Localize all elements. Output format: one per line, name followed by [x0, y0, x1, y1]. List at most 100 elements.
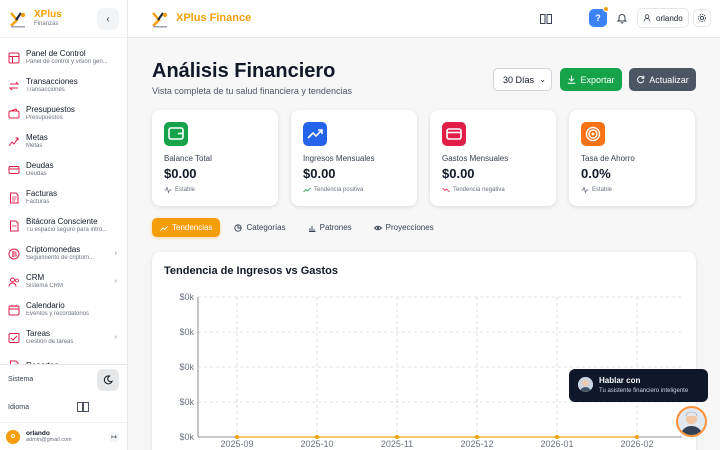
sidebar: XPlus Finanzas ‹ Panel de Control Panel d…	[0, 0, 128, 450]
stat-card-trend: Estable	[164, 186, 195, 194]
sidebar-item-facturas[interactable]: Facturas Facturas	[0, 184, 127, 212]
goals-icon	[8, 137, 19, 147]
sidebar-item-reportes[interactable]: Reportes	[0, 352, 127, 364]
data-point[interactable]	[555, 435, 559, 439]
stat-card-3: Gastos Mensuales $0.00 Tendencia negativa	[430, 110, 556, 206]
sidebar-item-bitacora-consciente[interactable]: Bitácora Consciente Tu espacio seguro par…	[0, 212, 127, 240]
x-tick-label: 2025-12	[460, 439, 493, 449]
export-button[interactable]: Exportar	[560, 68, 622, 91]
stat-card-trend-label: Estable	[175, 187, 196, 193]
sidebar-item-subtitle: Presupuestos	[26, 115, 63, 122]
sidebar-item-label: Deudas	[26, 162, 54, 171]
user-menu-button[interactable]: orlando	[637, 8, 689, 28]
sidebar-item-crm[interactable]: CRM Sistema CRM ›	[0, 268, 127, 296]
trend-chart: $0k $0k $0k $0k $0k 2025-09 2025-10 2025-11 2025…	[179, 292, 682, 449]
panel-toggle-icon[interactable]	[540, 13, 552, 25]
avatar: o	[6, 429, 20, 444]
help-button[interactable]: ?	[589, 6, 609, 27]
user-menu-label: orlando	[656, 13, 683, 23]
export-label: Exportar	[580, 74, 615, 85]
stat-card-2: Ingresos Mensuales $0.00 Tendencia positiv…	[291, 110, 417, 206]
bell-icon[interactable]	[616, 12, 628, 24]
tab-label: Categorías	[246, 223, 286, 232]
language-row: Idioma	[0, 393, 127, 421]
x-tick-label: 2025-10	[300, 439, 333, 449]
trend-icon	[164, 186, 172, 194]
sidebar-item-tareas[interactable]: Tareas Gestión de tareas ›	[0, 324, 127, 352]
sidebar-item-subtitle: Deudas	[26, 171, 47, 178]
assistant-title: Hablar con	[599, 376, 641, 385]
sidebar-item-label: Calendario	[26, 302, 65, 311]
sidebar-item-subtitle: Gestión de tareas	[26, 339, 74, 346]
stat-card-trend-label: Estable	[592, 187, 613, 193]
y-tick-label: $0k	[179, 292, 194, 302]
x-tick-label: 2026-02	[620, 439, 653, 449]
sidebar-item-subtitle: Transacciones	[26, 87, 65, 94]
sidebar-item-subtitle: Seguimiento de criptom...	[26, 255, 95, 262]
assistant-chat-button[interactable]	[676, 406, 707, 437]
stat-card-trend: Tendencia positiva	[303, 186, 363, 194]
refresh-label: Actualizar	[649, 74, 689, 85]
stat-card-value: $0.00	[303, 166, 336, 181]
chevron-right-icon: ›	[114, 250, 117, 257]
user-profile[interactable]: o orlando admin@gmail.com ↦	[0, 422, 127, 450]
sidebar-item-presupuestos[interactable]: Presupuestos Presupuestos	[0, 100, 127, 128]
target-icon	[581, 122, 605, 146]
data-point[interactable]	[475, 435, 479, 439]
logout-button[interactable]: ↦	[109, 432, 119, 442]
trending-up-icon	[160, 225, 168, 231]
tab-tendencias[interactable]: Tendencias	[152, 218, 221, 237]
invoice-icon	[10, 192, 19, 204]
tab-proyecciones[interactable]: Proyecciones	[366, 218, 442, 237]
sidebar-item-label: CRM	[26, 274, 45, 283]
sidebar-item-label: Presupuestos	[26, 106, 75, 115]
debts-icon	[8, 166, 20, 174]
eye-icon	[373, 225, 382, 230]
pie-chart-icon	[234, 223, 243, 232]
refresh-button[interactable]: Actualizar	[629, 68, 696, 91]
logout-icon: ↦	[111, 434, 117, 441]
chart-title: Tendencia de Ingresos vs Gastos	[164, 265, 339, 277]
period-select[interactable]: 30 Días ⌄	[493, 68, 552, 91]
y-tick-label: $0k	[179, 327, 194, 337]
crm-icon	[8, 277, 19, 287]
data-point[interactable]	[395, 435, 399, 439]
period-value: 30 Días	[503, 74, 535, 85]
sidebar-item-deudas[interactable]: Deudas Deudas	[0, 156, 127, 184]
assistant-avatar-icon	[678, 408, 705, 435]
user-email: admin@gmail.com	[26, 437, 72, 444]
top-bar: XPlus Finance ? orlando	[128, 0, 720, 38]
app-title-suffix: Finance	[209, 12, 252, 24]
sidebar-item-panel-de-control[interactable]: Panel de Control Panel de control y visió…	[0, 44, 127, 72]
sidebar-item-label: Panel de Control	[26, 50, 86, 59]
stat-card-value: $0.00	[164, 166, 197, 181]
sidebar-item-calendario[interactable]: Calendario Eventos y recordatorios	[0, 296, 127, 324]
x-tick-label: 2025-09	[220, 439, 253, 449]
credit-card-icon	[442, 122, 466, 146]
language-book-icon[interactable]	[77, 402, 89, 412]
page-subtitle: Vista completa de tu salud financiera y …	[152, 86, 352, 96]
y-tick-label: $0k	[179, 432, 194, 442]
assistant-tooltip[interactable]: Hablar con Tu asistente financiero intel…	[569, 369, 708, 402]
stat-card-label: Gastos Mensuales	[442, 154, 509, 163]
collapse-sidebar-button[interactable]: ‹	[97, 8, 119, 30]
tab-patrones[interactable]: Patrones	[300, 218, 360, 237]
chevron-down-icon: ⌄	[539, 75, 546, 84]
settings-button[interactable]	[693, 9, 711, 27]
trend-icon	[581, 186, 589, 194]
data-point[interactable]	[315, 435, 319, 439]
stat-card-4: Tasa de Ahorro 0.0% Estable	[569, 110, 695, 206]
sidebar-item-metas[interactable]: Metas Metas	[0, 128, 127, 156]
language-label: Idioma	[8, 403, 30, 411]
sidebar-item-subtitle: Tu espacio seguro para intro...	[26, 227, 108, 234]
tab-label: Patrones	[319, 223, 352, 232]
data-point[interactable]	[235, 435, 239, 439]
tab-categorias[interactable]: Categorías	[226, 218, 293, 237]
data-point[interactable]	[635, 435, 639, 439]
tab-label: Tendencias	[172, 223, 213, 232]
trend-icon	[442, 187, 450, 193]
sidebar-item-criptomonedas[interactable]: Criptomonedas Seguimiento de criptom... ›	[0, 240, 127, 268]
sidebar-item-transacciones[interactable]: Transacciones Transacciones	[0, 72, 127, 100]
sidebar-item-label: Transacciones	[26, 78, 78, 87]
theme-toggle-button[interactable]	[97, 369, 119, 391]
